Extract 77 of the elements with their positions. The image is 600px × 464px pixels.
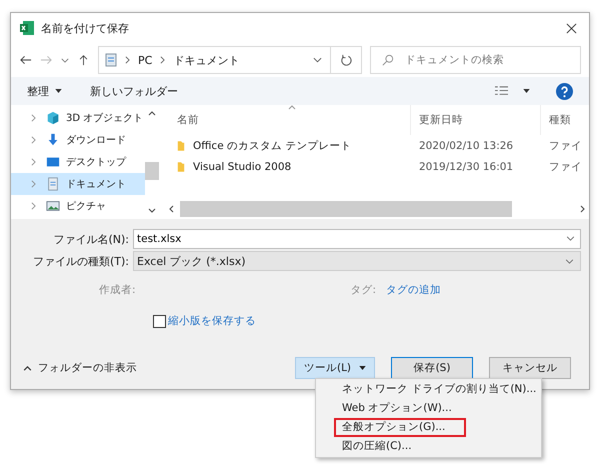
menu-item[interactable]: 図の圧縮(C)... bbox=[316, 437, 541, 456]
address-bar[interactable]: PC ドキュメント bbox=[98, 46, 331, 74]
file-type: ファイ bbox=[548, 138, 583, 152]
organize-menu[interactable]: 整理 bbox=[27, 84, 49, 98]
chevron-down-icon[interactable] bbox=[566, 236, 575, 241]
nav-item[interactable]: ダウンロード bbox=[11, 129, 145, 151]
download-icon bbox=[46, 133, 60, 147]
caret-icon bbox=[359, 366, 366, 370]
scroll-thumb[interactable] bbox=[180, 201, 512, 217]
breadcrumb[interactable]: PC bbox=[138, 54, 152, 66]
chevron-down-icon bbox=[565, 258, 574, 264]
field-label: ファイル名(N): bbox=[52, 232, 130, 246]
search-icon bbox=[382, 54, 394, 66]
field-label: ファイルの種類(T): bbox=[32, 254, 130, 268]
refresh-icon bbox=[340, 54, 352, 66]
checkbox-label[interactable]: 縮小版を保存する bbox=[168, 314, 256, 328]
tools-button[interactable]: ツール(L) bbox=[295, 357, 375, 379]
file-name-field[interactable]: test.xlsx bbox=[133, 229, 581, 249]
chevron-right-icon[interactable] bbox=[31, 114, 36, 122]
scroll-down-icon[interactable] bbox=[148, 208, 156, 213]
menu-item[interactable]: ネットワーク ドライブの割り当て(N)... bbox=[316, 380, 541, 399]
monitor-icon bbox=[46, 155, 60, 169]
chevron-right-icon bbox=[125, 56, 130, 64]
breadcrumb[interactable]: ドキュメント bbox=[173, 52, 240, 68]
menu-item[interactable]: Web オプション(W)... bbox=[316, 399, 541, 418]
file-type: ファイ bbox=[548, 160, 583, 174]
checkbox[interactable] bbox=[153, 314, 166, 328]
chevron-right-icon[interactable] bbox=[31, 202, 36, 210]
file-type-dropdown[interactable]: Excel ブック (*.xlsx) bbox=[133, 251, 581, 271]
cancel-button[interactable]: キャンセル bbox=[489, 357, 571, 379]
column-header[interactable]: 種類 bbox=[540, 105, 589, 135]
file-item[interactable]: Office のカスタム テンプレート bbox=[165, 138, 410, 152]
up-icon[interactable] bbox=[77, 54, 90, 66]
folder-icon bbox=[177, 140, 185, 152]
nav-item[interactable]: デスクトップ bbox=[11, 151, 145, 173]
search-field[interactable]: ドキュメントの検索 bbox=[370, 46, 581, 74]
modified-date: 2019/12/30 16:01 bbox=[418, 160, 514, 172]
nav-item[interactable]: ピクチャ bbox=[11, 195, 145, 217]
save-button[interactable]: 保存(S) bbox=[391, 357, 473, 379]
excel-icon bbox=[19, 20, 35, 36]
chevron-right-icon[interactable] bbox=[31, 180, 36, 188]
picture-icon bbox=[46, 199, 60, 213]
chevron-down-icon[interactable] bbox=[61, 58, 69, 62]
tags-label: タグ: bbox=[350, 283, 376, 297]
sort-caret-icon bbox=[288, 105, 296, 110]
file-item[interactable]: Visual Studio 2008 bbox=[165, 160, 410, 172]
modified-date: 2020/02/10 13:26 bbox=[418, 140, 514, 152]
view-list-icon[interactable] bbox=[494, 84, 509, 98]
cube-icon bbox=[46, 111, 60, 125]
menu-item[interactable]: 全般オプション(G)... bbox=[334, 418, 466, 437]
document-icon bbox=[105, 53, 117, 67]
scroll-left-icon[interactable] bbox=[169, 205, 174, 213]
add-tag-link[interactable]: タグの追加 bbox=[386, 283, 442, 297]
nav-item[interactable]: ドキュメント bbox=[11, 173, 145, 195]
close-icon[interactable] bbox=[566, 22, 577, 34]
chevron-down-icon[interactable] bbox=[313, 57, 322, 63]
document-icon bbox=[46, 177, 60, 191]
column-header[interactable]: 更新日時 bbox=[410, 105, 540, 135]
chevron-up-icon bbox=[23, 366, 32, 370]
new-folder-button[interactable]: 新しいフォルダー bbox=[90, 84, 178, 98]
chevron-right-icon bbox=[160, 56, 166, 64]
refresh-button[interactable] bbox=[330, 46, 362, 74]
window-title: 名前を付けて保存 bbox=[41, 20, 129, 36]
column-header[interactable]: 名前 bbox=[165, 105, 410, 135]
back-icon[interactable] bbox=[19, 54, 32, 66]
folder-icon bbox=[177, 160, 185, 172]
hide-folders-button[interactable]: フォルダーの非表示 bbox=[23, 361, 137, 375]
chevron-right-icon[interactable] bbox=[31, 158, 36, 166]
caret-icon bbox=[55, 89, 62, 93]
author-label: 作成者: bbox=[99, 283, 136, 297]
chevron-right-icon[interactable] bbox=[31, 136, 36, 144]
help-icon[interactable] bbox=[556, 82, 573, 100]
scroll-right-icon[interactable] bbox=[580, 205, 585, 213]
scroll-thumb[interactable] bbox=[145, 162, 159, 180]
caret-icon[interactable] bbox=[523, 89, 530, 93]
nav-item[interactable]: 3D オブジェクト bbox=[11, 107, 145, 129]
scroll-up-icon[interactable] bbox=[148, 111, 156, 116]
